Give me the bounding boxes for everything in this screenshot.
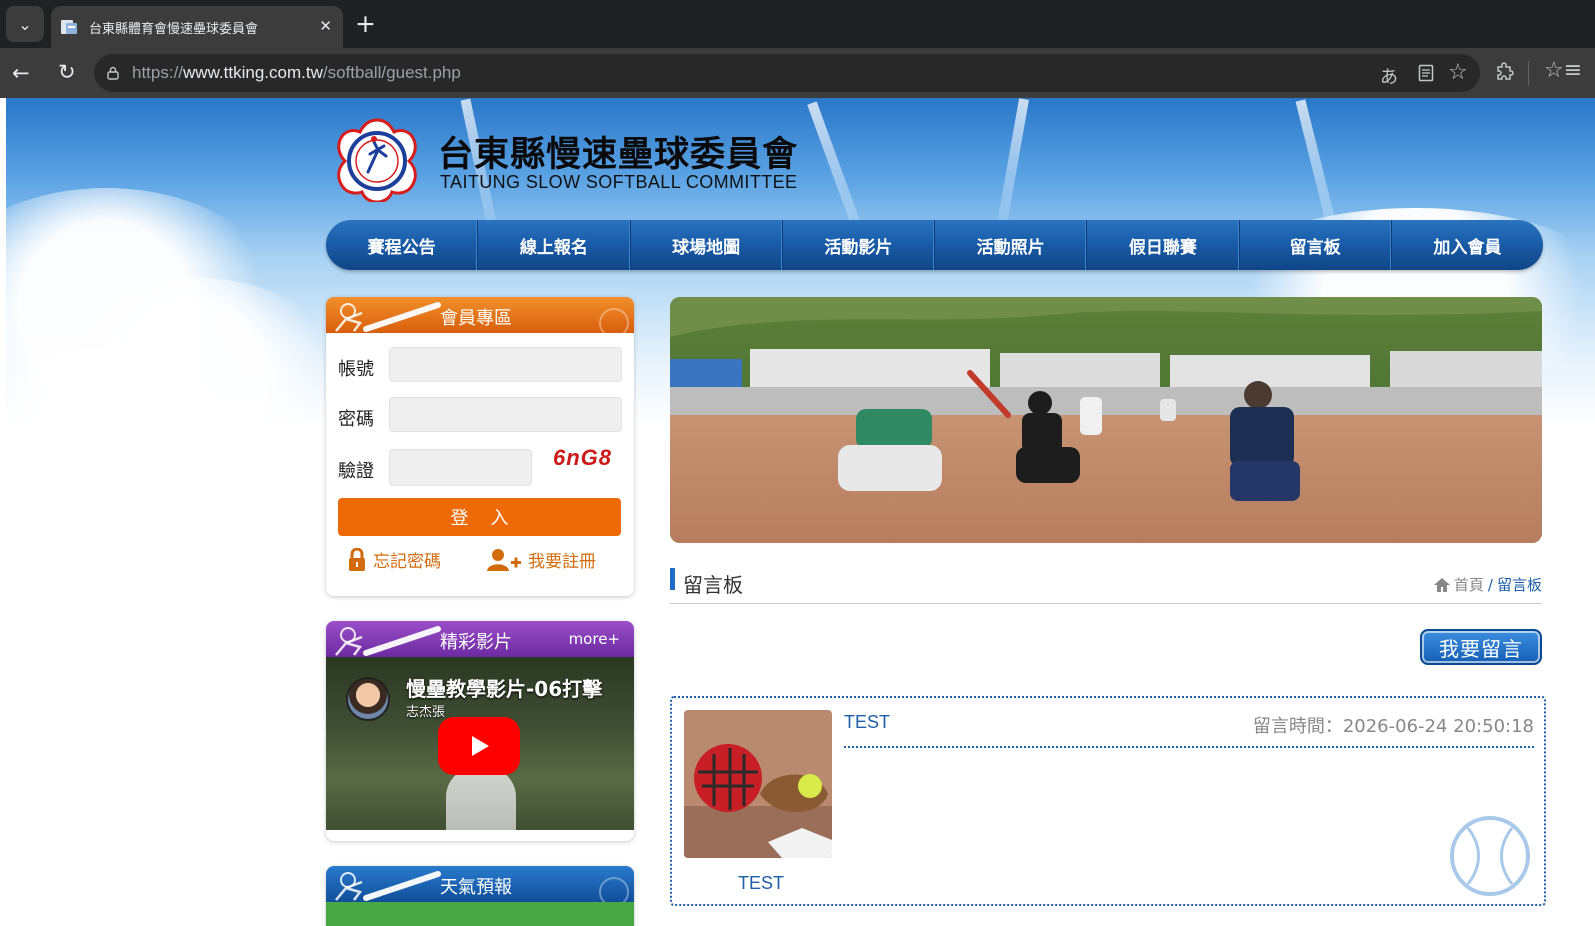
weather-panel-header: 天氣預報 [326,866,634,902]
site-name-en: TAITUNG SLOW SOFTBALL COMMITTEE [440,172,798,192]
weather-widget[interactable] [326,902,634,926]
nav-event-videos[interactable]: 活動影片 [783,220,935,270]
url-host: www.ttking.com.tw [183,63,323,82]
video-title[interactable]: 慢壘教學影片-06打擊 [406,673,602,702]
softball-gear-photo [684,710,832,858]
breadcrumb-current: 留言板 [1496,576,1542,594]
channel-avatar[interactable] [346,677,390,721]
browser-tab-bar: ⌄ 台東縣體育會慢速壘球委員會 ✕ + [0,0,1595,48]
nav-online-registration[interactable]: 線上報名 [478,220,631,270]
nav-field-map[interactable]: 球場地圖 [631,220,783,270]
browser-tab[interactable]: 台東縣體育會慢速壘球委員會 ✕ [51,6,343,48]
nav-weekend-league[interactable]: 假日聯賽 [1087,220,1240,270]
captcha-image[interactable]: 6nG8 [553,445,612,471]
video-more-link[interactable]: more+ [569,630,620,648]
video-thumbnail-figure [446,767,516,830]
softball-game-photo [670,297,1542,543]
url-scheme: https:// [132,63,184,82]
captcha-input[interactable] [389,449,532,486]
register-link[interactable]: 我要註冊 [486,547,596,572]
nav-join-member[interactable]: 加入會員 [1392,220,1543,270]
author-photo [684,710,832,858]
bookmark-star-icon[interactable]: ☆ [1448,60,1468,85]
youtube-embed[interactable]: 慢壘教學影片-06打擊 志杰張 [326,657,634,830]
committee-seal-icon [337,118,417,202]
extensions-icon[interactable] [1494,62,1516,84]
captcha-label: 驗證 [338,461,374,482]
video-panel-title: 精彩影片 [440,632,512,653]
softball-icon [1450,816,1530,896]
message-card: TEST TEST 留言時間：2026-06-24 20:50:18 [670,696,1546,906]
new-tab-icon[interactable]: + [355,10,376,38]
weather-panel-title: 天氣預報 [440,877,512,898]
favorites-icon[interactable]: ☆≡ [1544,58,1582,83]
message-divider [844,746,1534,748]
tab-list-icon[interactable]: ⌄ [6,6,44,42]
post-message-button[interactable]: 我要留言 [1420,629,1542,665]
message-time-label: 留言時間： [1252,716,1343,737]
translate-icon[interactable]: あ [1380,63,1398,89]
lock-icon [349,548,365,571]
message-time: 留言時間：2026-06-24 20:50:18 [1253,712,1534,738]
breadcrumb-home[interactable]: 首頁 [1454,574,1484,595]
browser-toolbar: ← ↻ https://www.ttking.com.tw/softball/g… [0,48,1595,98]
banner-image [670,297,1542,543]
close-icon[interactable]: ✕ [319,17,332,35]
weather-panel: 天氣預報 [326,866,634,926]
nav-schedule[interactable]: 賽程公告 [326,220,479,270]
web-page: 台東縣慢速壘球委員會 TAITUNG SLOW SOFTBALL COMMITT… [6,98,1595,926]
favicon-icon [61,20,77,34]
member-panel-title: 會員專區 [440,308,512,329]
account-label: 帳號 [338,359,374,380]
register-label: 我要註冊 [528,552,596,572]
video-panel-header: 精彩影片 more+ [326,621,634,657]
toolbar-separator [1528,61,1529,85]
tab-title: 台東縣體育會慢速壘球委員會 [89,21,259,37]
login-button[interactable]: 登入 [338,498,621,536]
title-marker [670,568,675,590]
site-info-icon[interactable] [106,66,120,80]
nav-event-photos[interactable]: 活動照片 [935,220,1088,270]
video-channel: 志杰張 [406,705,446,720]
play-icon[interactable] [438,717,520,775]
breadcrumb-separator: / [1487,575,1493,594]
url-path: /softball/guest.php [322,63,461,82]
site-logo[interactable]: 台東縣慢速壘球委員會 TAITUNG SLOW SOFTBALL COMMITT… [334,118,814,202]
site-name-zh: 台東縣慢速壘球委員會 [438,135,799,175]
main-navigation: 賽程公告 線上報名 球場地圖 活動影片 活動照片 假日聯賽 留言板 加入會員 [326,220,1543,270]
nav-message-board[interactable]: 留言板 [1240,220,1392,270]
board-title-bar: 留言板 首頁 / 留言板 [670,568,1542,604]
member-panel-header: 會員專區 [326,297,634,333]
password-input[interactable] [389,397,622,432]
url-text: https://www.ttking.com.tw/softball/guest… [132,63,461,83]
message-time-value: 2026-06-24 20:50:18 [1342,716,1534,737]
home-icon [1433,577,1450,592]
breadcrumb: 首頁 / 留言板 [1433,574,1542,595]
message-subject: TEST [844,712,891,732]
address-bar[interactable]: https://www.ttking.com.tw/softball/guest… [94,54,1480,92]
password-label: 密碼 [338,409,374,430]
video-panel: 精彩影片 more+ 慢壘教學影片-06打擊 志杰張 [326,621,634,841]
forgot-password-link[interactable]: 忘記密碼 [347,547,441,572]
forgot-password-label: 忘記密碼 [373,552,441,572]
member-panel: 會員專區 帳號 密碼 驗證 6nG8 登入 忘記密碼 我要註冊 [326,297,634,596]
add-user-icon [487,549,521,571]
reload-icon[interactable]: ↻ [58,60,76,84]
account-input[interactable] [389,347,622,382]
message-author: TEST [738,873,785,893]
page-title: 留言板 [683,573,743,597]
back-icon[interactable]: ← [12,61,30,85]
reading-mode-icon[interactable] [1418,64,1434,82]
